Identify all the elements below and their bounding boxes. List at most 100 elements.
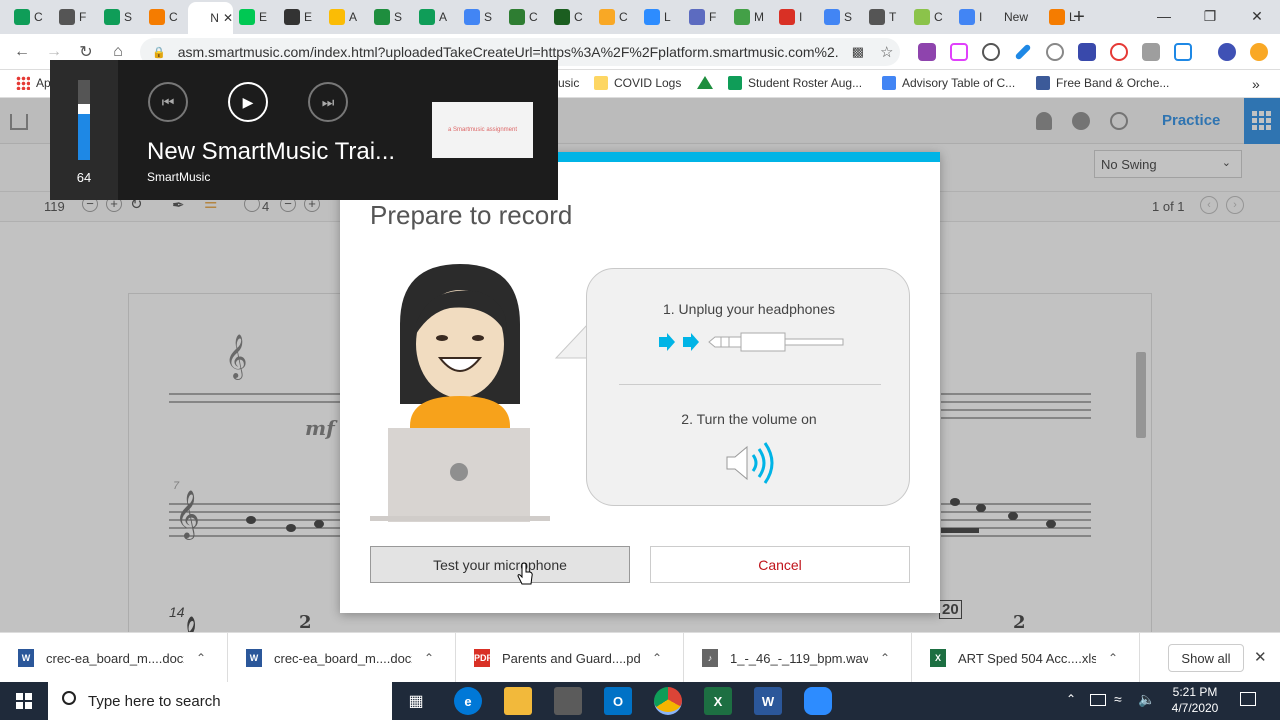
extension-icon[interactable] <box>918 43 936 61</box>
taskbar-search-box[interactable]: Type here to search <box>48 682 392 720</box>
music-icon[interactable] <box>1218 43 1236 61</box>
profile-icon[interactable] <box>1250 43 1268 61</box>
extension-icon[interactable] <box>1078 43 1096 61</box>
help-icon[interactable] <box>1046 43 1064 61</box>
browser-tab[interactable]: C <box>143 4 188 30</box>
word-icon[interactable]: W <box>754 687 782 715</box>
pdf-file-icon: PDF <box>474 649 492 667</box>
browser-tab[interactable]: S <box>458 4 503 30</box>
minimize-button[interactable]: — <box>1141 0 1187 32</box>
browser-tab[interactable]: A <box>413 4 458 30</box>
taskbar-clock[interactable]: 5:21 PM 4/7/2020 <box>1163 684 1227 716</box>
next-track-button[interactable]: ⏭ <box>308 82 348 122</box>
browser-tab[interactable]: E <box>278 4 323 30</box>
power-icon[interactable] <box>982 43 1000 61</box>
outlook-icon[interactable]: O <box>604 687 632 715</box>
chevron-up-icon[interactable]: ⌃ <box>880 651 890 665</box>
notifications-icon[interactable] <box>1240 692 1256 706</box>
chevron-up-icon[interactable]: ⌃ <box>1108 651 1118 665</box>
edge-icon[interactable]: e <box>454 687 482 715</box>
back-button[interactable]: ← <box>10 40 34 64</box>
tab-favicon-icon <box>59 9 75 25</box>
download-item[interactable]: Wcrec-ea_board_m....docx ⌃ <box>0 633 228 683</box>
folder-icon <box>594 76 608 90</box>
browser-tab[interactable]: F <box>683 4 728 30</box>
new-tab-button[interactable]: + <box>1068 6 1090 28</box>
test-microphone-button[interactable]: Test your microphone <box>370 546 630 583</box>
bookmark-free-band[interactable]: Free Band & Orche... <box>1036 76 1169 90</box>
browser-tab[interactable]: L <box>638 4 683 30</box>
download-item[interactable]: Wcrec-ea_board_m....docx ⌃ <box>228 633 456 683</box>
tab-favicon-icon <box>599 9 615 25</box>
previous-track-button[interactable]: ⏮ <box>148 82 188 122</box>
tab-favicon-icon <box>734 9 750 25</box>
browser-tab[interactable]: C <box>548 4 593 30</box>
docs-icon <box>882 76 896 90</box>
close-window-button[interactable]: ✕ <box>1234 0 1280 32</box>
search-icon <box>62 691 76 705</box>
close-downloads-icon[interactable]: ✕ <box>1254 648 1267 666</box>
browser-tab[interactable]: S <box>818 4 863 30</box>
chrome-icon[interactable] <box>654 687 682 715</box>
browser-tab[interactable]: I <box>953 4 998 30</box>
show-hidden-icons-icon[interactable]: ⌃ <box>1066 692 1076 706</box>
download-item[interactable]: X ART Sped 504 Acc....xlsx ⌃ <box>912 633 1140 683</box>
pen-icon[interactable] <box>1014 43 1032 61</box>
browser-tab[interactable]: C <box>8 4 53 30</box>
extension-icon[interactable] <box>1174 43 1192 61</box>
extension-icon[interactable] <box>950 43 968 61</box>
bookmark-apps[interactable]: Ap <box>16 76 51 90</box>
tab-favicon-icon <box>149 9 165 25</box>
chevron-up-icon[interactable]: ⌃ <box>196 651 206 665</box>
tab-label: C <box>619 10 628 24</box>
download-item[interactable]: PDF Parents and Guard....pdf ⌃ <box>456 633 684 683</box>
restore-button[interactable]: ❐ <box>1187 0 1233 32</box>
browser-tab[interactable]: I <box>773 4 818 30</box>
play-button[interactable]: ▶ <box>228 82 268 122</box>
browser-tab[interactable]: C <box>908 4 953 30</box>
chevron-up-icon[interactable]: ⌃ <box>424 651 434 665</box>
browser-tab[interactable]: N ✕ <box>188 2 233 34</box>
instructions-bubble: 1. Unplug your headphones 2. Turn the vo… <box>586 268 910 506</box>
browser-tab[interactable]: F <box>53 4 98 30</box>
browser-tab[interactable]: E <box>233 4 278 30</box>
search-placeholder: Type here to search <box>88 692 221 710</box>
extension-icon[interactable] <box>1142 43 1160 61</box>
bookmark-drive[interactable] <box>697 76 713 89</box>
speaker-icon[interactable]: 🔈 <box>1138 691 1155 708</box>
start-button[interactable] <box>0 682 48 720</box>
task-view-icon[interactable]: ▦ <box>402 687 430 715</box>
camera-icon[interactable]: ▩ <box>852 44 864 60</box>
volume-knob[interactable] <box>78 104 90 114</box>
tab-favicon-icon <box>869 9 885 25</box>
excel-icon[interactable]: X <box>704 687 732 715</box>
bookmark-student-roster[interactable]: Student Roster Aug... <box>728 76 862 90</box>
browser-tab[interactable]: M <box>728 4 773 30</box>
close-tab-icon[interactable]: ✕ <box>223 11 233 25</box>
browser-tab[interactable]: S <box>98 4 143 30</box>
battery-icon[interactable] <box>1090 694 1106 706</box>
browser-tab[interactable]: New <box>998 4 1043 30</box>
zoom-icon[interactable] <box>804 687 832 715</box>
bookmark-item[interactable]: usic <box>558 76 579 90</box>
show-all-downloads-button[interactable]: Show all <box>1168 644 1244 672</box>
extension-icon[interactable] <box>1110 43 1128 61</box>
browser-tab[interactable]: A <box>323 4 368 30</box>
bookmark-advisory[interactable]: Advisory Table of C... <box>882 76 1015 90</box>
browser-tab[interactable]: C <box>503 4 548 30</box>
browser-tab[interactable]: S <box>368 4 413 30</box>
file-explorer-icon[interactable] <box>504 687 532 715</box>
wifi-icon[interactable]: ≈ <box>1114 691 1122 707</box>
bookmark-star-icon[interactable]: ☆ <box>880 43 893 61</box>
more-bookmarks-button[interactable]: » <box>1252 76 1260 92</box>
tab-label: S <box>394 10 403 24</box>
cancel-button[interactable]: Cancel <box>650 546 910 583</box>
browser-tab[interactable]: T <box>863 4 908 30</box>
download-item[interactable]: ♪ 1_-_46_-_119_bpm.wav ⌃ <box>684 633 912 683</box>
bookmark-covid-logs[interactable]: COVID Logs <box>594 76 681 90</box>
store-icon[interactable] <box>554 687 582 715</box>
browser-tab[interactable]: C <box>593 4 638 30</box>
tab-label: C <box>169 10 178 24</box>
chevron-up-icon[interactable]: ⌃ <box>652 651 662 665</box>
hand-cursor-icon <box>517 562 533 585</box>
